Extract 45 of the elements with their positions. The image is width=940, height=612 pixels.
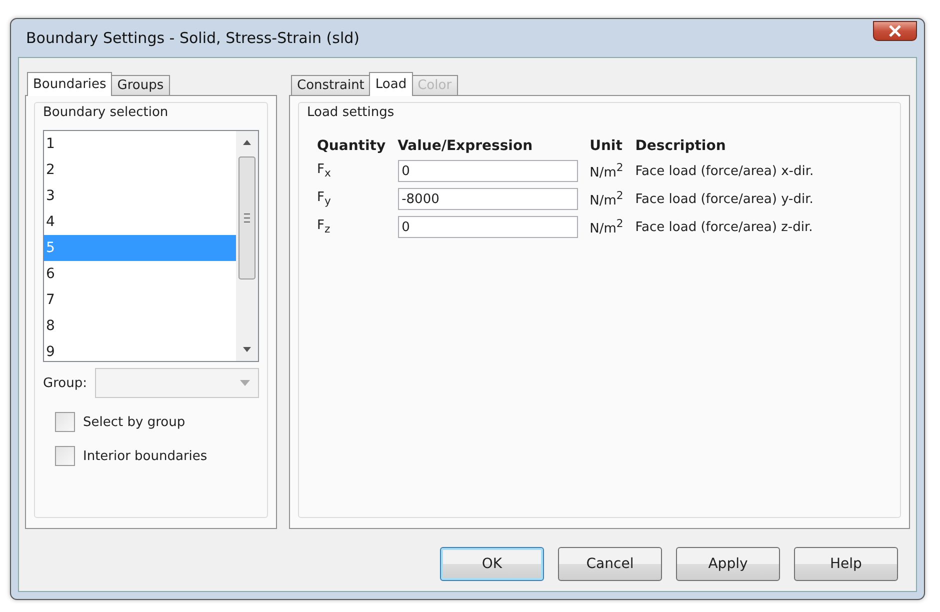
tab[interactable]: Load — [369, 72, 413, 96]
scrollbar-icon — [236, 131, 258, 361]
checkbox[interactable] — [55, 412, 75, 432]
dialog-button[interactable]: Cancel — [558, 547, 662, 581]
description: Face load (force/area) x-dir. — [635, 164, 814, 178]
list-item[interactable]: 3 — [44, 183, 236, 209]
boundary-list[interactable]: 1 2 3 4 5 6 7 8 9 — [43, 130, 259, 362]
column-header: Description — [635, 138, 727, 154]
unit: N/m$^{2}$ — [590, 189, 624, 209]
value-field[interactable]: -8000 — [398, 188, 578, 210]
list-item[interactable]: 7 — [44, 287, 236, 313]
tab[interactable]: Boundaries — [27, 72, 112, 96]
list-item[interactable]: 9 — [44, 339, 236, 361]
caret-icon — [240, 380, 250, 386]
unit: N/m$^{2}$ — [590, 161, 624, 181]
dialog-button[interactable]: OK — [440, 547, 544, 581]
list-item[interactable]: 2 — [44, 157, 236, 183]
tab[interactable]: Groups — [111, 75, 170, 96]
frame-title: Boundary selection — [43, 105, 170, 120]
list-item[interactable]: 4 — [44, 209, 236, 235]
description: Face load (force/area) z-dir. — [635, 220, 814, 234]
value-field[interactable]: 0 — [398, 160, 578, 182]
column-header: Value/Expression — [398, 138, 534, 154]
close-icon — [888, 25, 902, 37]
close-button[interactable] — [873, 21, 917, 41]
quantity-name: F$_{x}$ — [317, 162, 332, 180]
column-header: Unit — [590, 138, 624, 154]
tab[interactable]: Constraint — [291, 75, 370, 96]
list-item[interactable]: 8 — [44, 313, 236, 339]
list-item[interactable]: 1 — [44, 131, 236, 157]
unit: N/m$^{2}$ — [590, 217, 624, 237]
quantity-name: F$_{y}$ — [317, 190, 332, 208]
frame-title: Load settings — [307, 105, 396, 120]
list-item[interactable]: 6 — [44, 261, 236, 287]
quantity-name: F$_{z}$ — [317, 218, 332, 236]
value-field[interactable]: 0 — [398, 216, 578, 238]
checkbox-label: Interior boundaries — [83, 448, 208, 464]
dialog-button[interactable]: Apply — [676, 547, 780, 581]
window-title: Boundary Settings - Solid, Stress-Strain (sld) — [26, 29, 360, 47]
checkbox[interactable] — [55, 446, 75, 466]
group-label: Group: — [43, 376, 87, 390]
description: Face load (force/area) y-dir. — [635, 192, 814, 206]
checkbox-label: Select by group — [83, 414, 186, 430]
column-header: Quantity — [317, 138, 386, 154]
dialog-button[interactable]: Help — [794, 547, 898, 581]
